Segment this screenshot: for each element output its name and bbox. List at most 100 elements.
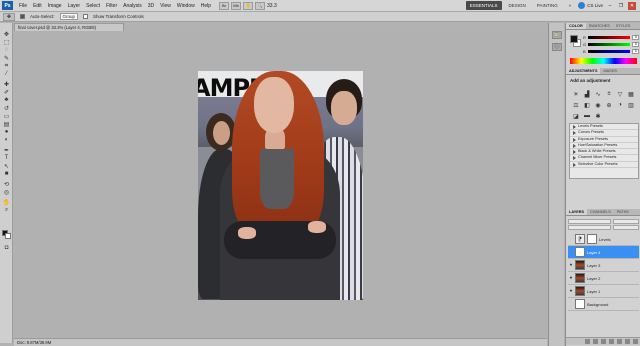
tab-adjustments[interactable]: Adjustments (566, 68, 601, 74)
menu-analysis[interactable]: Analysis (123, 3, 142, 9)
opacity-field[interactable] (612, 219, 639, 224)
eraser-tool-icon[interactable]: ▭ (2, 113, 11, 120)
tab-styles[interactable]: Styles (613, 23, 634, 29)
color-balance-icon[interactable]: ⚖ (572, 101, 580, 109)
eyedropper-tool-icon[interactable]: ⁄ (2, 71, 11, 77)
menu-image[interactable]: Image (48, 3, 62, 9)
hand-icon[interactable]: ✋ (243, 1, 254, 10)
layer-name[interactable]: Background (587, 302, 608, 307)
visibility-toggle-icon[interactable] (569, 237, 573, 241)
type-tool-icon[interactable]: T (2, 155, 11, 161)
menu-layer[interactable]: Layer (68, 3, 81, 9)
fill-field[interactable] (612, 225, 639, 230)
tab-swatches[interactable]: Swatches (586, 23, 613, 29)
zoom-icon[interactable]: 🔍 (255, 1, 266, 10)
workspace-painting[interactable]: PAINTING (533, 1, 562, 10)
slider-r-track[interactable] (588, 35, 630, 39)
history-panel-icon[interactable]: ⌛ (552, 31, 562, 39)
hand-tool-icon[interactable]: ✋ (2, 199, 11, 206)
marquee-tool-icon[interactable]: ⬚ (2, 39, 11, 46)
document-tab[interactable]: final cover.psd @ 33.3% (Layer 4, RGB/8) (14, 23, 124, 31)
menu-select[interactable]: Select (86, 3, 100, 9)
tab-layers[interactable]: Layers (566, 209, 588, 215)
blend-mode-dropdown[interactable] (568, 219, 611, 224)
workspace-essentials[interactable]: ESSENTIALS (465, 1, 502, 10)
gradient-map-icon[interactable]: ▬ (583, 112, 591, 120)
lasso-tool-icon[interactable]: ◌ (2, 47, 11, 53)
invert-icon[interactable]: ◑ (616, 101, 624, 109)
brush-tool-icon[interactable]: ✐ (2, 89, 11, 96)
minibridge-icon[interactable]: Mb (231, 1, 242, 10)
menu-edit[interactable]: Edit (33, 3, 42, 9)
move-tool-icon[interactable]: ✥ (2, 31, 11, 38)
slider-b-track[interactable] (588, 49, 630, 53)
quick-select-tool-icon[interactable]: ✎ (2, 55, 11, 62)
color-swatches[interactable] (2, 230, 12, 240)
layer-row[interactable]: ● Layer 3 (568, 259, 639, 272)
zoom-tool-icon[interactable]: ⌕ (2, 207, 11, 213)
slider-g-track[interactable] (588, 42, 630, 46)
blur-tool-icon[interactable]: ● (2, 129, 11, 135)
menu-file[interactable]: File (19, 3, 27, 9)
minimize-icon[interactable]: – (606, 2, 614, 10)
visibility-toggle-icon[interactable] (569, 250, 573, 254)
slider-r[interactable]: R 0 (583, 34, 639, 40)
new-layer-icon[interactable] (625, 339, 630, 344)
3d-orbit-tool-icon[interactable]: ◎ (2, 189, 11, 196)
zoom-level[interactable]: 33.3 (265, 3, 279, 9)
menu-3d[interactable]: 3D (148, 3, 154, 9)
levels-icon[interactable]: ▟ (583, 90, 591, 98)
crop-tool-icon[interactable]: ⌗ (2, 63, 11, 69)
menu-help[interactable]: Help (201, 3, 211, 9)
tab-channels[interactable]: Channels (587, 209, 614, 215)
menu-filter[interactable]: Filter (106, 3, 117, 9)
selective-color-icon[interactable]: ✱ (594, 112, 602, 120)
dodge-tool-icon[interactable]: ◐ (2, 137, 11, 143)
bridge-icon[interactable]: Br (219, 1, 230, 10)
menu-view[interactable]: View (160, 3, 171, 9)
show-transform-checkbox[interactable] (83, 14, 89, 19)
history-brush-tool-icon[interactable]: ↺ (2, 105, 11, 112)
lock-options[interactable] (568, 225, 611, 230)
slider-g-value[interactable]: 0 (632, 41, 639, 47)
pen-tool-icon[interactable]: ✒ (2, 147, 11, 154)
layer-name[interactable]: Layer 4 (587, 250, 600, 255)
new-adjustment-icon[interactable] (609, 339, 614, 344)
slider-b[interactable]: B 0 (583, 48, 639, 54)
tab-paths[interactable]: Paths (614, 209, 632, 215)
layer-name[interactable]: Levels (599, 237, 611, 242)
more-workspaces-icon[interactable]: » (565, 1, 576, 10)
layer-row[interactable]: Layer 4 (568, 246, 639, 259)
path-selection-tool-icon[interactable]: ↖ (2, 163, 11, 170)
link-layers-icon[interactable] (585, 339, 590, 344)
new-group-icon[interactable] (617, 339, 622, 344)
posterize-icon[interactable]: ▥ (627, 101, 635, 109)
3d-rotate-tool-icon[interactable]: ⟲ (2, 181, 11, 188)
quick-mask-icon[interactable]: ◘ (2, 245, 11, 251)
cs-live-button[interactable]: CS Live (578, 2, 603, 9)
visibility-toggle-icon[interactable] (569, 302, 573, 306)
auto-select-checkbox[interactable] (20, 14, 25, 19)
layer-name[interactable]: Layer 2 (587, 276, 600, 281)
slider-r-value[interactable]: 0 (632, 34, 639, 40)
tab-color[interactable]: Color (566, 23, 586, 29)
brightness-icon[interactable]: ☀ (572, 90, 580, 98)
gradient-tool-icon[interactable]: ▤ (2, 121, 11, 128)
channel-mixer-icon[interactable]: ⊕ (605, 101, 613, 109)
healing-brush-tool-icon[interactable]: ✚ (2, 81, 11, 88)
eye-icon[interactable]: ● (569, 262, 573, 267)
eye-icon[interactable]: ● (569, 288, 573, 293)
workspace-design[interactable]: DESIGN (505, 1, 530, 10)
layer-row[interactable]: ● Layer 2 (568, 272, 639, 285)
restore-icon[interactable]: ❐ (617, 2, 625, 10)
color-fg-swatch[interactable] (570, 35, 578, 43)
background-color-swatch[interactable] (5, 233, 11, 239)
close-icon[interactable]: ✕ (628, 1, 636, 10)
preset-selective-color[interactable]: Selective Color Presets (570, 162, 638, 169)
black-white-icon[interactable]: ◧ (583, 101, 591, 109)
color-spectrum[interactable] (570, 58, 637, 64)
shape-tool-icon[interactable]: ■ (2, 171, 11, 177)
exposure-icon[interactable]: ± (605, 90, 613, 98)
layer-row[interactable]: ● Layer 1 (568, 285, 639, 298)
slider-b-value[interactable]: 0 (632, 48, 639, 54)
